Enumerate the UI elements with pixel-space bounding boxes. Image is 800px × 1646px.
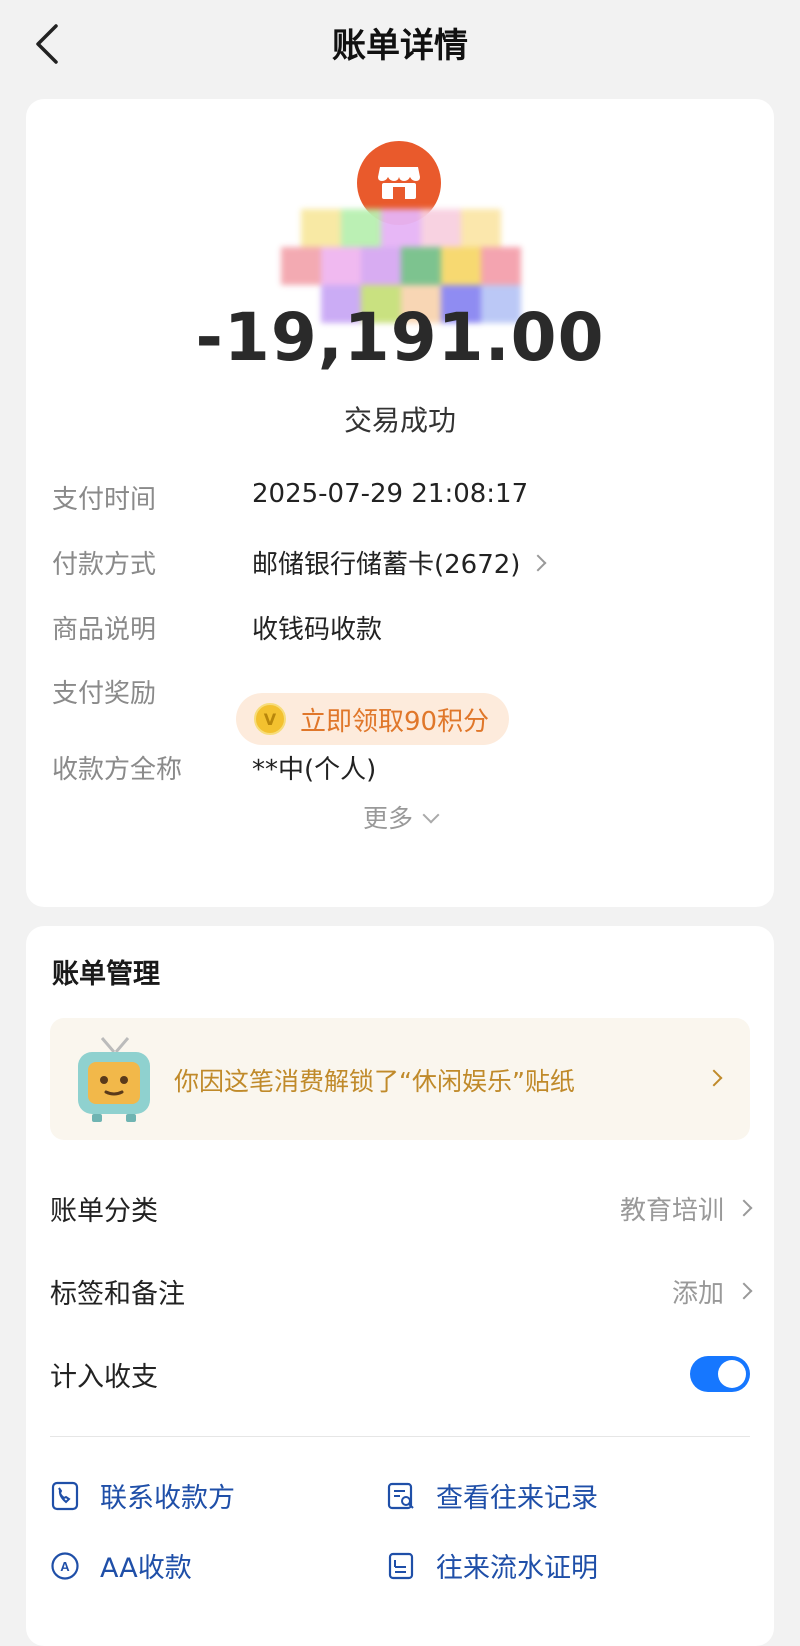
include-in-stats-row: 计入收支 (50, 1344, 750, 1404)
payee-name-value: **中(个人) (252, 749, 376, 786)
bill-category-label: 账单分类 (50, 1195, 158, 1227)
tags-notes-value: 添加 (671, 1273, 753, 1310)
page-title: 账单详情 (332, 26, 468, 66)
coin-icon: V (254, 703, 286, 735)
include-in-stats-label: 计入收支 (50, 1361, 158, 1393)
bill-category-text: 教育培训 (619, 1195, 724, 1226)
phone-icon (51, 1481, 79, 1510)
claim-points-text: 立即领取90积分 (300, 706, 490, 737)
pay-time-text: 2025-07-29 21:08:17 (252, 479, 529, 509)
contact-payee-label: 联系收款方 (100, 1483, 235, 1514)
payment-method-value[interactable]: 邮储银行储蓄卡(2672) (252, 544, 547, 581)
payment-method-label: 付款方式 (52, 550, 157, 580)
transaction-summary-card: -19,191.00 交易成功 支付时间 2025-07-29 21:08:17… (26, 99, 774, 907)
aa-collect-label: AA收款 (100, 1553, 192, 1584)
section-title: 账单管理 (52, 959, 160, 990)
toggle-knob (718, 1360, 746, 1388)
more-button[interactable]: 更多 (26, 799, 774, 835)
view-records-label: 查看往来记录 (436, 1483, 598, 1514)
statement-proof-button[interactable]: 往来流水证明 (386, 1546, 598, 1585)
include-in-stats-toggle[interactable] (690, 1356, 750, 1392)
pay-reward-label: 支付奖励 (52, 679, 157, 709)
payee-name-text: **中(个人) (252, 755, 377, 785)
payee-name-label: 收款方全称 (52, 755, 183, 785)
tags-notes-label: 标签和备注 (50, 1278, 185, 1310)
pay-time-label: 支付时间 (52, 485, 157, 515)
bill-management-card: 账单管理 你因这笔消费解锁了“休闲娱乐”贴纸 账单分类 教育培训 标签和备注 添… (26, 926, 774, 1646)
sticker-unlock-banner[interactable]: 你因这笔消费解锁了“休闲娱乐”贴纸 (50, 1018, 750, 1140)
claim-points-button[interactable]: V 立即领取90积分 (236, 693, 510, 745)
chevron-right-icon (735, 1282, 753, 1300)
contact-payee-button[interactable]: 联系收款方 (50, 1476, 235, 1515)
chevron-right-icon (705, 1069, 723, 1087)
statement-icon (388, 1552, 414, 1579)
tags-notes-text: 添加 (671, 1278, 724, 1309)
svg-text:A: A (60, 1559, 70, 1574)
product-desc-label: 商品说明 (52, 615, 157, 645)
aa-icon: A (51, 1551, 79, 1580)
sticker-banner-text: 你因这笔消费解锁了“休闲娱乐”贴纸 (174, 1067, 575, 1096)
statement-proof-label: 往来流水证明 (436, 1553, 598, 1584)
chevron-down-icon (422, 806, 440, 824)
more-text: 更多 (362, 804, 413, 833)
records-search-icon (387, 1482, 414, 1509)
view-records-button[interactable]: 查看往来记录 (386, 1476, 598, 1515)
payment-method-text: 邮储银行储蓄卡(2672) (252, 550, 521, 580)
transaction-status: 交易成功 (343, 404, 456, 437)
top-nav-bar: 账单详情 (0, 0, 800, 90)
bill-category-value: 教育培训 (619, 1190, 753, 1227)
pay-time-value: 2025-07-29 21:08:17 (252, 479, 528, 509)
tv-sticker-icon (72, 1034, 156, 1126)
bill-category-row[interactable]: 账单分类 教育培训 (50, 1178, 753, 1238)
product-desc-value: 收钱码收款 (252, 609, 382, 646)
product-desc-text: 收钱码收款 (252, 615, 383, 645)
transaction-amount: -19,191.00 (195, 299, 605, 376)
chevron-right-icon (735, 1199, 753, 1217)
chevron-right-icon (529, 554, 547, 571)
tags-notes-row[interactable]: 标签和备注 添加 (50, 1261, 753, 1321)
aa-collect-button[interactable]: A AA收款 (50, 1546, 192, 1585)
divider (50, 1436, 750, 1437)
